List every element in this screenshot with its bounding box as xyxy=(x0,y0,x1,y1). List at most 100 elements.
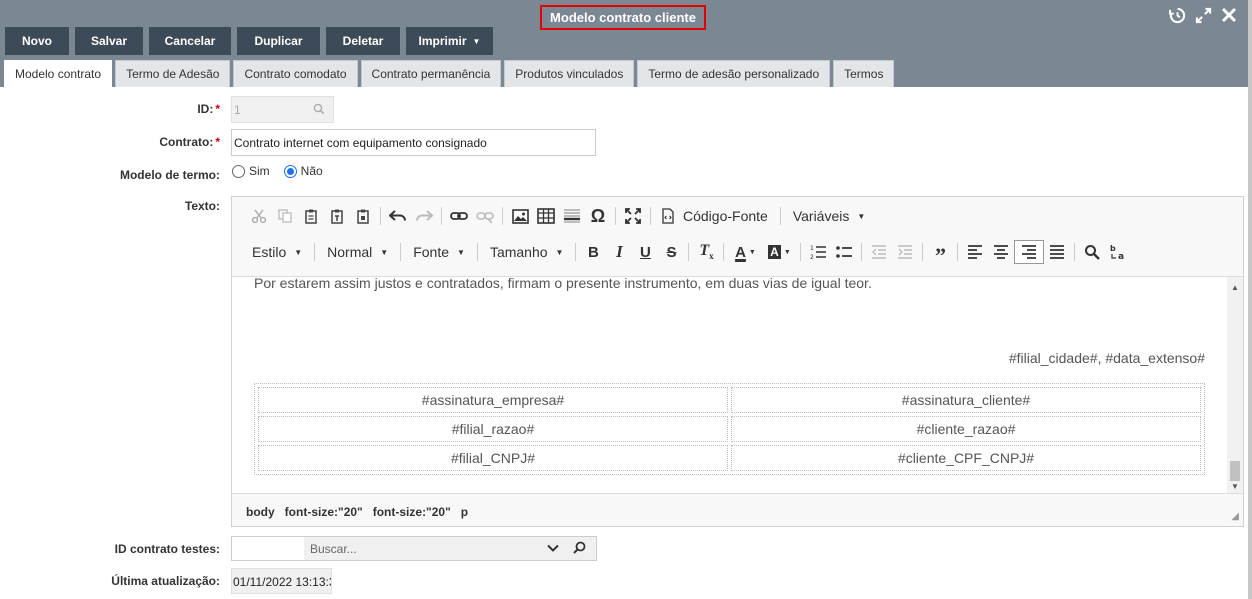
formato-dropdown[interactable]: Normal ▼ xyxy=(319,240,396,264)
radio-nao[interactable] xyxy=(283,164,297,178)
source-code-icon[interactable] xyxy=(655,204,681,228)
bold-icon[interactable]: B xyxy=(580,240,606,264)
tab-produtos-vinculados[interactable]: Produtos vinculados xyxy=(504,60,635,87)
background-color-icon[interactable]: A ▼ xyxy=(762,240,796,264)
closing-paragraph: Por estarem assim justos e contratados, … xyxy=(254,276,872,291)
horizontal-rule-icon[interactable] xyxy=(559,204,585,228)
tab-termo-adesao[interactable]: Termo de Adesão xyxy=(115,60,231,87)
formato-label: Normal xyxy=(327,244,373,260)
tab-contrato-comodato[interactable]: Contrato comodato xyxy=(233,60,358,87)
tab-termo-adesao-personalizado[interactable]: Termo de adesão personalizado xyxy=(637,60,831,87)
bulleted-list-icon[interactable] xyxy=(831,240,857,264)
table-cell: #assinatura_cliente# xyxy=(731,387,1201,413)
undo-icon[interactable] xyxy=(385,204,411,228)
text-color-icon[interactable]: A ▼ xyxy=(728,240,762,264)
fonte-dropdown[interactable]: Fonte ▼ xyxy=(405,240,473,264)
outdent-icon[interactable] xyxy=(866,240,892,264)
history-icon[interactable] xyxy=(1168,6,1186,24)
align-left-icon[interactable] xyxy=(962,240,988,264)
scroll-down-icon[interactable]: ▼ xyxy=(1231,482,1239,491)
tab-termos[interactable]: Termos xyxy=(833,60,895,87)
tab-modelo-contrato[interactable]: Modelo contrato xyxy=(4,60,113,87)
svg-text:1: 1 xyxy=(810,245,814,252)
unlink-icon[interactable] xyxy=(472,204,498,228)
variaveis-dropdown[interactable]: Variáveis ▼ xyxy=(785,204,873,228)
page-scrollbar[interactable] xyxy=(1248,0,1252,599)
radio-sim[interactable] xyxy=(232,164,245,178)
maximize-icon[interactable] xyxy=(620,204,646,228)
scroll-thumb[interactable] xyxy=(1230,461,1240,481)
cut-icon[interactable] xyxy=(246,204,272,228)
id-field: 1 xyxy=(231,96,334,123)
table-row: #filial_CNPJ# #cliente_CPF_CNPJ# xyxy=(258,445,1201,471)
align-center-icon[interactable] xyxy=(988,240,1014,264)
radio-nao-label: Não xyxy=(300,164,323,178)
tamanho-label: Tamanho xyxy=(489,244,548,260)
radio-sim-label: Sim xyxy=(249,164,270,178)
action-toolbar: Novo Salvar Cancelar Duplicar Deletar Im… xyxy=(5,27,493,55)
imprimir-dropdown-button[interactable]: Imprimir ▼ xyxy=(406,27,493,55)
novo-button[interactable]: Novo xyxy=(5,27,69,55)
duplicar-button[interactable]: Duplicar xyxy=(237,27,320,55)
path-item[interactable]: p xyxy=(461,505,468,519)
underline-icon[interactable]: U xyxy=(632,240,658,264)
svg-text:b: b xyxy=(1110,244,1116,253)
scroll-up-icon[interactable]: ▲ xyxy=(1231,283,1239,292)
rich-text-editor: Ω Código-Fonte Variáveis ▼ Estilo ▼ Normal… xyxy=(231,196,1244,527)
resize-grip-icon[interactable]: ◢ xyxy=(1231,511,1239,522)
editor-scrollbar[interactable]: ▲ ▼ xyxy=(1227,277,1243,493)
editor-toolbar-row-2: Estilo ▼ Normal ▼ Fonte ▼ Tamanho ▼ B I U S … xyxy=(246,239,1131,267)
replace-icon[interactable]: ba xyxy=(1105,240,1131,264)
caret-down-icon: ▼ xyxy=(294,247,303,257)
caret-down-icon: ▼ xyxy=(380,247,389,257)
path-item[interactable]: font-size:"20" xyxy=(373,505,451,519)
tamanho-dropdown[interactable]: Tamanho ▼ xyxy=(482,240,572,264)
align-right-icon[interactable] xyxy=(1014,240,1045,264)
paste-text-icon[interactable] xyxy=(324,204,350,228)
remove-format-icon[interactable]: Tx xyxy=(693,240,719,264)
contrato-input[interactable]: Contrato internet com equipamento consig… xyxy=(231,129,596,156)
close-icon[interactable] xyxy=(1220,6,1238,24)
estilo-dropdown[interactable]: Estilo ▼ xyxy=(246,240,310,264)
id-testes-label: ID contrato testes: xyxy=(114,542,220,556)
copy-icon[interactable] xyxy=(272,204,298,228)
search-icon[interactable] xyxy=(313,103,325,118)
redo-icon[interactable] xyxy=(411,204,437,228)
path-item[interactable]: body xyxy=(246,505,275,519)
tab-contrato-permanencia[interactable]: Contrato permanência xyxy=(360,60,502,87)
path-item[interactable]: font-size:"20" xyxy=(285,505,363,519)
image-icon[interactable] xyxy=(507,204,533,228)
signature-table: #assinatura_empresa# #assinatura_cliente… xyxy=(254,383,1205,475)
align-justify-icon[interactable] xyxy=(1044,240,1070,264)
salvar-button[interactable]: Salvar xyxy=(75,27,143,55)
svg-text:a: a xyxy=(1118,252,1124,261)
numbered-list-icon[interactable]: 12 xyxy=(805,240,831,264)
table-icon[interactable] xyxy=(533,204,559,228)
deletar-button[interactable]: Deletar xyxy=(326,27,400,55)
texto-label: Texto: xyxy=(184,199,220,213)
indent-icon[interactable] xyxy=(892,240,918,264)
cancelar-button[interactable]: Cancelar xyxy=(149,27,231,55)
italic-icon[interactable]: I xyxy=(606,240,632,264)
imprimir-label: Imprimir xyxy=(418,34,467,48)
fonte-label: Fonte xyxy=(413,244,450,260)
link-icon[interactable] xyxy=(446,204,472,228)
modelo-termo-radio-group: Sim Não xyxy=(232,164,323,178)
contrato-label: Contrato: * xyxy=(159,135,220,149)
chevron-down-icon[interactable] xyxy=(546,541,560,558)
window-title: Modelo contrato cliente xyxy=(540,5,706,30)
special-char-icon[interactable]: Ω xyxy=(585,204,611,228)
expand-icon[interactable] xyxy=(1194,6,1212,24)
blockquote-icon[interactable]: ” xyxy=(927,240,953,267)
find-icon[interactable] xyxy=(1079,240,1105,264)
estilo-label: Estilo xyxy=(252,244,287,260)
strikethrough-icon[interactable]: S xyxy=(658,240,684,264)
paste-icon[interactable] xyxy=(298,204,324,228)
table-row: #assinatura_empresa# #assinatura_cliente… xyxy=(258,387,1201,413)
ultima-atualizacao-value: 01/11/2022 13:13:3 xyxy=(231,568,332,594)
search-icon[interactable] xyxy=(573,541,586,557)
codigo-fonte-button[interactable]: Código-Fonte xyxy=(681,204,776,228)
editor-content-area[interactable]: Por estarem assim justos e contratados, … xyxy=(232,276,1243,494)
paste-word-icon[interactable] xyxy=(350,204,376,228)
table-cell: #assinatura_empresa# xyxy=(258,387,728,413)
